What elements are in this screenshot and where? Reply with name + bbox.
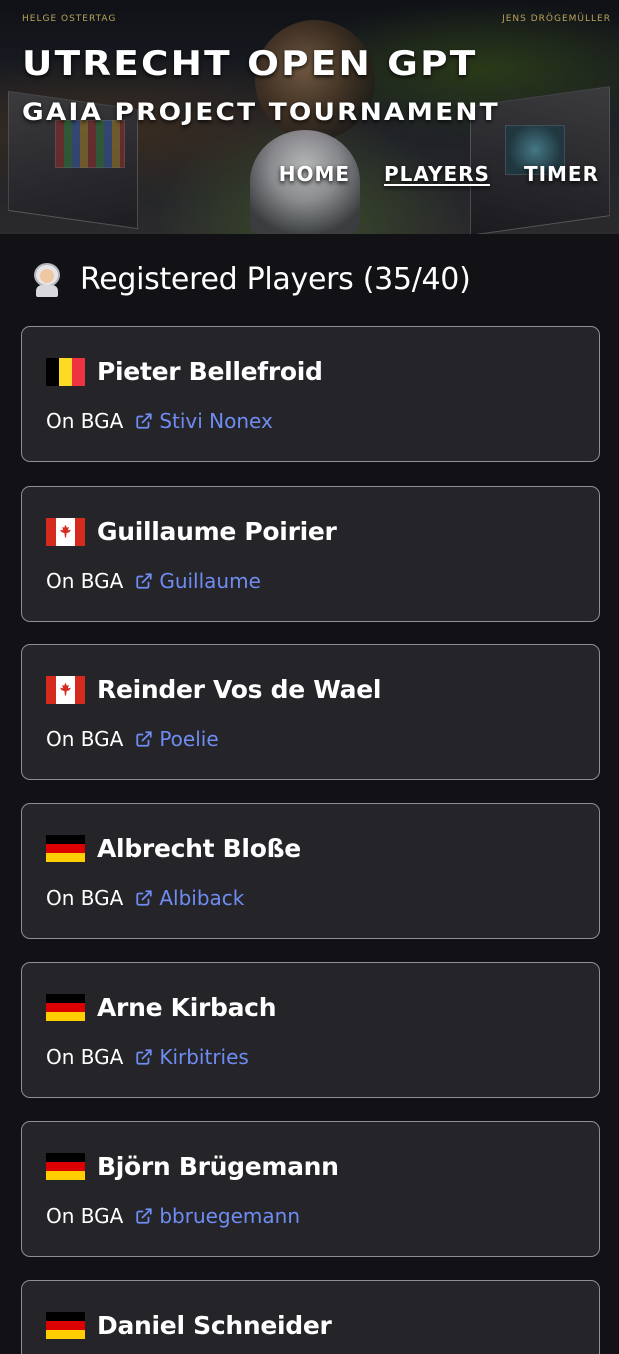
germany-flag-icon bbox=[46, 1152, 85, 1181]
artist-credit-right: JENS DRÖGEMÜLLER bbox=[502, 14, 611, 24]
player-name: Björn Brügemann bbox=[97, 1152, 339, 1181]
belgium-flag-icon bbox=[46, 357, 85, 386]
player-name: Guillaume Poirier bbox=[97, 517, 337, 546]
player-name: Arne Kirbach bbox=[97, 993, 277, 1022]
bga-username: Poelie bbox=[159, 727, 219, 751]
player-card: Arne Kirbach On BGA Kirbitries bbox=[21, 962, 600, 1098]
germany-flag-icon bbox=[46, 993, 85, 1022]
site-title[interactable]: UTRECHT OPEN GPT bbox=[22, 44, 477, 84]
bga-profile-link[interactable]: Kirbitries bbox=[135, 1045, 249, 1069]
player-name: Reinder Vos de Wael bbox=[97, 675, 382, 704]
nav-home[interactable]: HOME bbox=[279, 162, 350, 186]
page-title: Registered Players (35/40) bbox=[80, 262, 471, 297]
player-card: Björn Brügemann On BGA bbruegemann bbox=[21, 1121, 600, 1257]
player-card: Albrecht Bloße On BGA Albiback bbox=[21, 803, 600, 939]
player-name: Daniel Schneider bbox=[97, 1311, 332, 1340]
bga-username: Kirbitries bbox=[159, 1045, 249, 1069]
artist-credit-left: HELGE OSTERTAG bbox=[22, 14, 117, 24]
player-card: Reinder Vos de Wael On BGA Poelie bbox=[21, 644, 600, 780]
bga-profile-link[interactable]: bbruegemann bbox=[135, 1204, 300, 1228]
player-name: Pieter Bellefroid bbox=[97, 357, 323, 386]
bga-profile-link[interactable]: Albiback bbox=[135, 886, 244, 910]
bga-username: Albiback bbox=[159, 886, 245, 910]
bga-profile-link[interactable]: Guillaume bbox=[135, 569, 261, 593]
bga-profile-link[interactable]: Poelie bbox=[135, 727, 219, 751]
external-link-icon bbox=[136, 731, 152, 747]
external-link-icon bbox=[136, 413, 152, 429]
main-nav: HOME PLAYERS TIMER bbox=[279, 162, 599, 186]
bga-username: bbruegemann bbox=[159, 1204, 301, 1228]
external-link-icon bbox=[136, 890, 152, 906]
player-name: Albrecht Bloße bbox=[97, 834, 301, 863]
external-link-icon bbox=[136, 1049, 152, 1065]
germany-flag-icon bbox=[46, 1311, 85, 1340]
canada-flag-icon bbox=[46, 517, 85, 546]
bga-label: On BGA bbox=[46, 1204, 124, 1228]
astronaut-icon bbox=[30, 262, 64, 297]
player-card: Pieter Bellefroid On BGA Stivi Nonex bbox=[21, 326, 600, 462]
bga-username: Stivi Nonex bbox=[159, 409, 273, 433]
nav-timer[interactable]: TIMER bbox=[524, 162, 599, 186]
bga-label: On BGA bbox=[46, 409, 124, 433]
bga-label: On BGA bbox=[46, 569, 124, 593]
site-subtitle: GAIA PROJECT TOURNAMENT bbox=[22, 98, 500, 126]
bga-username: Guillaume bbox=[159, 569, 261, 593]
player-card: Guillaume Poirier On BGA Guillaume bbox=[21, 486, 600, 622]
bga-profile-link[interactable]: Stivi Nonex bbox=[135, 409, 273, 433]
header-banner: HELGE OSTERTAG JENS DRÖGEMÜLLER UTRECHT … bbox=[0, 0, 619, 234]
external-link-icon bbox=[136, 1208, 152, 1224]
player-card: Daniel Schneider bbox=[21, 1280, 600, 1354]
germany-flag-icon bbox=[46, 834, 85, 863]
external-link-icon bbox=[136, 573, 152, 589]
bga-label: On BGA bbox=[46, 886, 124, 910]
console-screen-left bbox=[55, 120, 125, 168]
bga-label: On BGA bbox=[46, 1045, 124, 1069]
players-heading: Registered Players (35/40) bbox=[30, 262, 471, 297]
nav-players[interactable]: PLAYERS bbox=[384, 162, 490, 186]
canada-flag-icon bbox=[46, 675, 85, 704]
bga-label: On BGA bbox=[46, 727, 124, 751]
